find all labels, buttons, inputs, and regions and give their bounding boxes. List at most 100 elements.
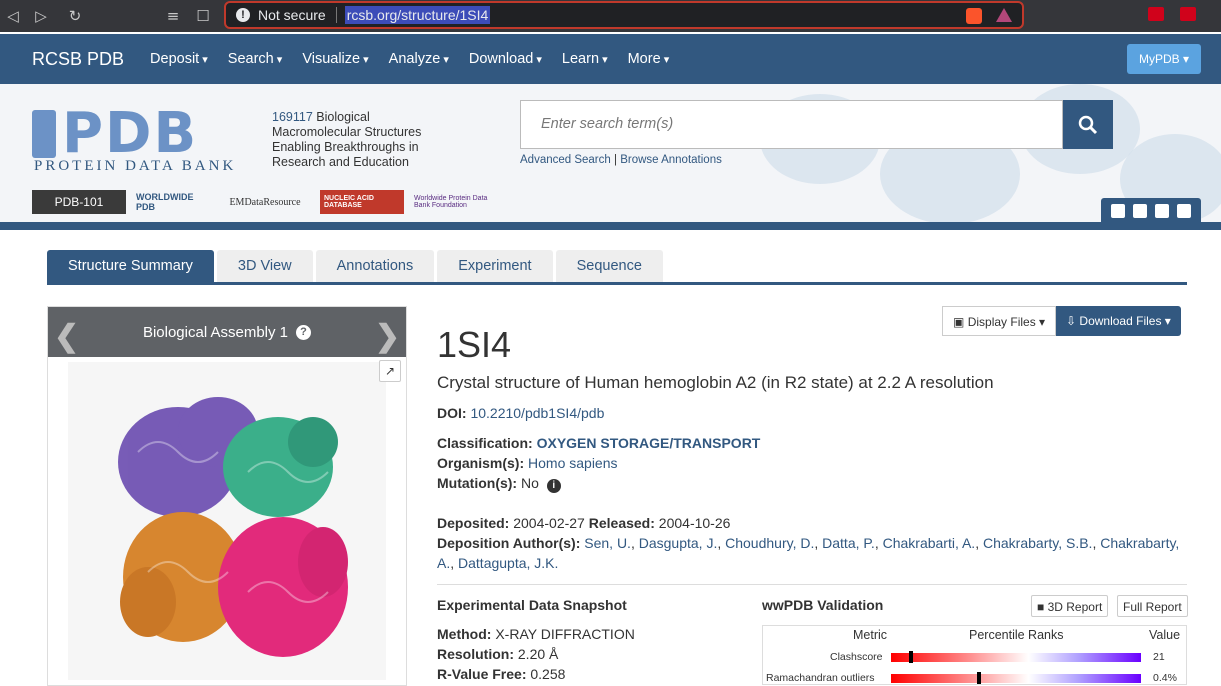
search-input[interactable]: Enter search term(s) <box>520 100 1063 149</box>
mutation-value: No <box>520 475 539 491</box>
author-link[interactable]: Chakrabarty, S.B. <box>983 535 1092 551</box>
tab-experiment[interactable]: Experiment <box>437 250 553 282</box>
brave-rewards-icon[interactable] <box>996 8 1012 22</box>
search-button[interactable] <box>1063 100 1113 149</box>
bookmark-icon[interactable]: ☐ <box>190 7 216 25</box>
experimental-snapshot-title: Experimental Data Snapshot <box>437 597 627 613</box>
download-files-button[interactable]: ⇩ Download Files ▾ <box>1056 306 1181 336</box>
extension-icon[interactable] <box>1180 7 1196 21</box>
emdataresource-logo[interactable]: EMDataResource <box>216 190 314 214</box>
wwpdb-logo[interactable]: WORLDWIDE PDB <box>132 190 210 214</box>
authors-line-2: A., Dattagupta, J.K. <box>437 555 559 571</box>
menu-download[interactable]: Download <box>469 51 542 67</box>
released-label: Released: <box>588 515 655 531</box>
organism-line: Organism(s): Homo sapiens <box>437 455 618 471</box>
rfree-value: 0.258 <box>530 666 566 682</box>
released-date: 2004-10-26 <box>658 515 731 531</box>
menu-analyze[interactable]: Analyze <box>389 51 449 67</box>
author-link[interactable]: Chakrabarti, A. <box>883 535 976 551</box>
author-link[interactable]: Chakrabarty, <box>1100 535 1179 551</box>
assembly-header: ❮ Biological Assembly 1 ? ❯ <box>48 307 406 357</box>
wwpdb-foundation-logo[interactable]: Worldwide Protein Data Bank Foundation <box>410 190 506 214</box>
dates-line: Deposited: 2004-02-27 Released: 2004-10-… <box>437 515 730 531</box>
author-link[interactable]: Choudhury, D. <box>725 535 814 551</box>
pdb-logo-text: PDB <box>62 101 199 166</box>
advanced-search-link[interactable]: Advanced Search <box>520 154 611 166</box>
info-icon[interactable]: ! <box>236 8 250 22</box>
entry-id: 1SI4 <box>437 324 512 365</box>
author-link[interactable]: Dasgupta, J. <box>639 535 718 551</box>
author-link[interactable]: Dattagupta, J.K. <box>458 555 558 571</box>
forward-icon[interactable]: ▷ <box>28 7 54 25</box>
mypdb-label: MyPDB <box>1138 52 1180 66</box>
facebook-icon[interactable] <box>1111 204 1125 218</box>
extension-icon[interactable] <box>1148 7 1164 21</box>
next-assembly-icon[interactable]: ❯ <box>375 319 400 354</box>
download-icon: ⇩ <box>1066 314 1077 328</box>
mypdb-button[interactable]: MyPDB ▾ <box>1126 44 1201 74</box>
brand-link[interactable]: RCSB PDB <box>32 49 124 70</box>
menu-more[interactable]: More <box>628 51 670 67</box>
browser-toolbar: ◁ ▷ ↻ ≡ ☐ ! Not secure rcsb.org/structur… <box>0 0 1221 32</box>
menu-learn[interactable]: Learn <box>562 51 608 67</box>
expand-icon[interactable]: ↗ <box>379 360 401 382</box>
doi-label: DOI: <box>437 405 467 421</box>
url-text[interactable]: rcsb.org/structure/1SI4 <box>344 6 491 24</box>
doi-link[interactable]: 10.2210/pdb1SI4/pdb <box>470 405 604 421</box>
pdb-logo[interactable]: PDB PROTEIN DATA BANK <box>32 101 262 174</box>
authors-label: Deposition Author(s): <box>437 535 581 551</box>
search-links: Advanced Search | Browse Annotations <box>520 154 722 166</box>
reload-icon[interactable]: ↻ <box>62 7 88 25</box>
menu-visualize[interactable]: Visualize <box>302 51 368 67</box>
previous-assembly-icon[interactable]: ❮ <box>54 319 79 354</box>
security-label: Not secure <box>258 7 326 23</box>
organism-link[interactable]: Homo sapiens <box>528 455 618 471</box>
address-bar[interactable]: ! Not secure rcsb.org/structure/1SI4 <box>224 1 1024 29</box>
author-link[interactable]: Datta, P. <box>822 535 875 551</box>
structure-count-link[interactable]: 169117 <box>272 110 313 124</box>
brave-shield-icon[interactable] <box>966 8 982 24</box>
help-icon[interactable]: ? <box>296 324 312 340</box>
twitter-icon[interactable] <box>1133 204 1147 218</box>
mutation-line: Mutation(s): No i <box>437 475 561 493</box>
file-icon: ▣ <box>953 315 965 329</box>
header-divider <box>0 222 1221 230</box>
classification-link[interactable]: OXYGEN STORAGE/TRANSPORT <box>537 435 761 451</box>
metric-label: Clashscore <box>830 651 883 663</box>
reader-mode-icon[interactable]: ≡ <box>160 7 186 25</box>
rfree-line: R-Value Free: 0.258 <box>437 666 565 682</box>
site-tagline: 169117 Biological Macromolecular Structu… <box>272 110 442 170</box>
validation-slider-panel[interactable]: Metric Percentile Ranks Value Clashscore… <box>762 625 1187 685</box>
info-icon[interactable]: i <box>546 479 561 493</box>
tab-sequence[interactable]: Sequence <box>555 250 663 282</box>
full-report-label: Full Report <box>1123 600 1182 614</box>
method-line: Method: X-RAY DIFFRACTION <box>437 626 635 642</box>
browse-annotations-link[interactable]: Browse Annotations <box>620 154 722 166</box>
menu-deposit[interactable]: Deposit <box>150 51 208 67</box>
youtube-icon[interactable] <box>1155 204 1169 218</box>
authors-line: Deposition Author(s): Sen, U., Dasgupta,… <box>437 535 1180 551</box>
display-files-button[interactable]: ▣ Display Files ▾ <box>942 306 1057 336</box>
pdb101-logo[interactable]: PDB-101 <box>32 190 126 214</box>
section-divider <box>437 584 1187 585</box>
ndb-logo[interactable]: NUCLEIC ACID DATABASE <box>320 190 404 214</box>
tab-3d-view[interactable]: 3D View <box>216 250 313 282</box>
tab-annotations[interactable]: Annotations <box>315 250 435 282</box>
menu-search[interactable]: Search <box>228 51 283 67</box>
back-icon[interactable]: ◁ <box>0 7 26 25</box>
author-link[interactable]: Sen, U. <box>584 535 631 551</box>
metric-value: 0.4% <box>1153 672 1177 684</box>
validation-title: wwPDB Validation <box>762 597 884 613</box>
3d-report-button[interactable]: ■ 3D Report <box>1031 595 1109 617</box>
author-link[interactable]: A. <box>437 555 450 571</box>
method-value: X-RAY DIFFRACTION <box>495 626 635 642</box>
assembly-title: Biological Assembly 1 <box>142 323 289 341</box>
full-report-button[interactable]: Full Report <box>1117 595 1188 617</box>
method-label: Method: <box>437 626 492 642</box>
chevron-down-icon: ▾ <box>1039 315 1046 329</box>
entry-title: Crystal structure of Human hemoglobin A2… <box>437 373 994 392</box>
tab-structure-summary[interactable]: Structure Summary <box>47 250 214 282</box>
github-icon[interactable] <box>1177 204 1191 218</box>
download-files-label: Download Files <box>1079 314 1162 328</box>
molecule-image[interactable] <box>68 362 386 680</box>
